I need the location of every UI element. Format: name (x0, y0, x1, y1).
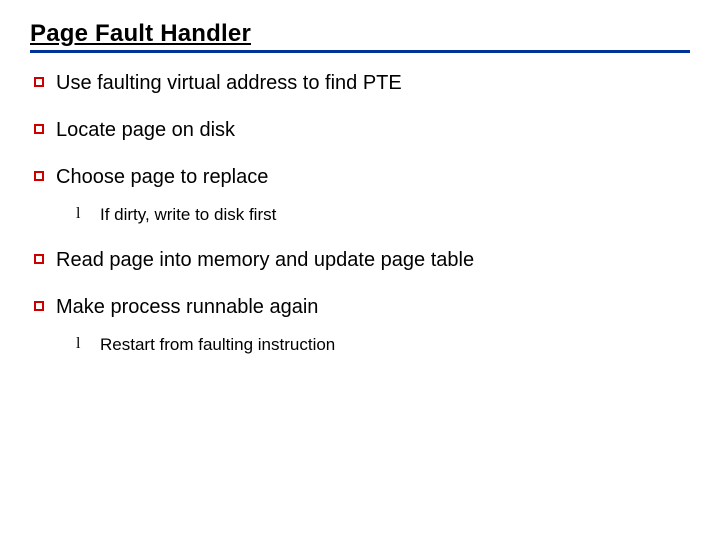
sub-bullet-icon: l (76, 335, 90, 353)
list-item: Make process runnable again (34, 295, 690, 320)
slide: Page Fault Handler Use faulting virtual … (0, 0, 720, 540)
bullet-list: Use faulting virtual address to find PTE… (30, 71, 690, 356)
square-bullet-icon (34, 171, 44, 181)
sub-list-item-text: Restart from faulting instruction (100, 334, 335, 356)
list-item: Use faulting virtual address to find PTE (34, 71, 690, 96)
list-item-text: Locate page on disk (56, 118, 235, 143)
square-bullet-icon (34, 301, 44, 311)
title-rule: Page Fault Handler (30, 20, 690, 53)
sub-list: l Restart from faulting instruction (34, 334, 690, 356)
list-item-text: Make process runnable again (56, 295, 318, 320)
list-item: Locate page on disk (34, 118, 690, 143)
slide-title: Page Fault Handler (30, 20, 690, 48)
sub-bullet-icon: l (76, 205, 90, 223)
list-item-text: Choose page to replace (56, 165, 268, 190)
square-bullet-icon (34, 124, 44, 134)
sub-list: l If dirty, write to disk first (34, 204, 690, 226)
sub-list-item: l Restart from faulting instruction (76, 334, 690, 356)
sub-list-item: l If dirty, write to disk first (76, 204, 690, 226)
list-item: Read page into memory and update page ta… (34, 248, 690, 273)
sub-list-item-text: If dirty, write to disk first (100, 204, 276, 226)
square-bullet-icon (34, 254, 44, 264)
list-item-text: Use faulting virtual address to find PTE (56, 71, 402, 96)
square-bullet-icon (34, 77, 44, 87)
list-item-text: Read page into memory and update page ta… (56, 248, 474, 273)
list-item: Choose page to replace (34, 165, 690, 190)
